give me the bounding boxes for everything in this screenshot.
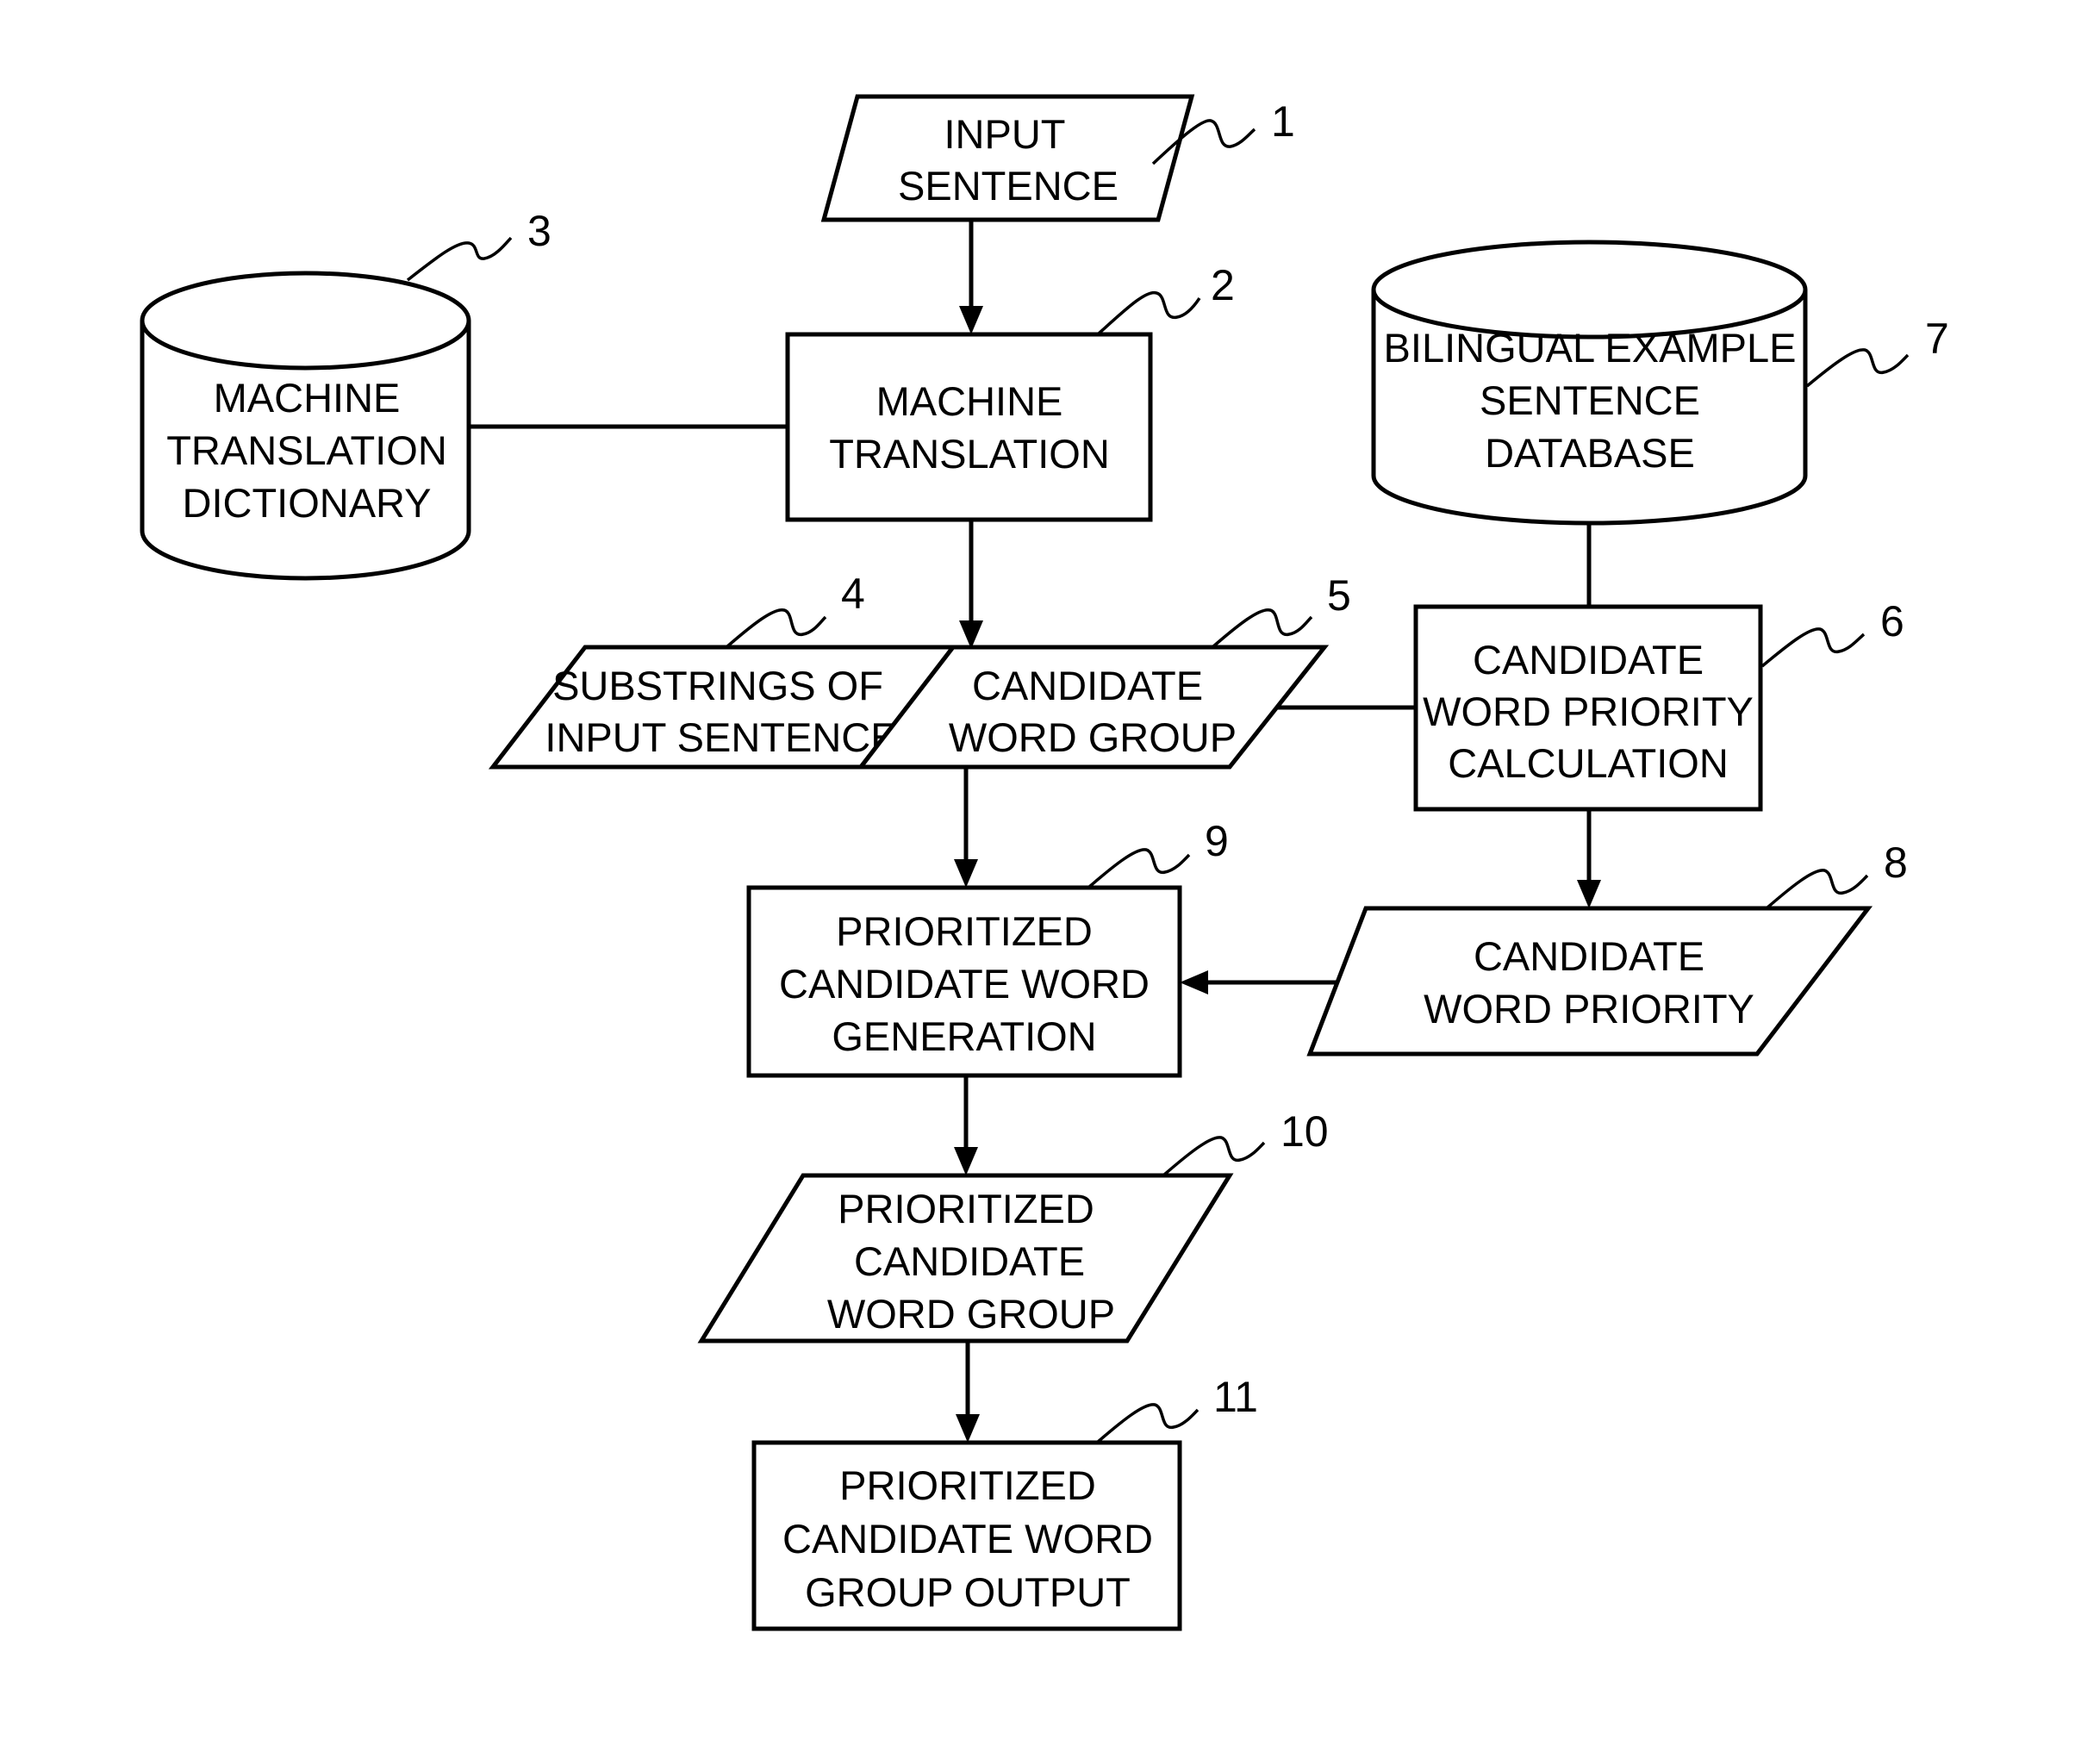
arrowhead-5-to-9 — [954, 859, 978, 888]
node-3-line-2: TRANSLATION — [166, 427, 447, 473]
node-11-line-3: GROUP OUTPUT — [805, 1569, 1131, 1615]
ref-number-6: 6 — [1880, 597, 1904, 645]
node-bilingual-example-sentence-database: BILINGUAL EXAMPLE SENTENCE DATABASE — [1371, 240, 1808, 526]
node-2-line-1: MACHINE — [876, 378, 1063, 424]
node-6-line-2: WORD PRIORITY — [1423, 689, 1754, 734]
node-prioritized-candidate-word-group: PRIORITIZED CANDIDATE WORD GROUP — [697, 1173, 1234, 1343]
leader-4 — [725, 608, 827, 649]
ref-number-4: 4 — [841, 570, 865, 618]
ref-number-9: 9 — [1205, 817, 1229, 865]
arrowhead-8-to-9 — [1180, 970, 1208, 994]
node-3-line-3: DICTIONARY — [183, 480, 432, 526]
ref-number-2: 2 — [1211, 261, 1235, 309]
node-machine-translation-dictionary: MACHINE TRANSLATION DICTIONARY — [140, 271, 471, 581]
node-7-line-3: DATABASE — [1485, 430, 1695, 476]
node-prioritized-candidate-word-generation: PRIORITIZED CANDIDATE WORD GENERATION — [746, 885, 1182, 1078]
leader-11 — [1095, 1403, 1200, 1444]
node-3-line-1: MACHINE — [214, 375, 401, 421]
cylinder-top — [1371, 240, 1808, 340]
ref-number-7: 7 — [1925, 315, 1949, 363]
flowchart-diagram: INPUT SENTENCE MACHINE TRANSLATION MACHI… — [140, 94, 1949, 1631]
node-7-line-1: BILINGUAL EXAMPLE — [1384, 325, 1797, 371]
node-9-line-1: PRIORITIZED — [836, 908, 1093, 954]
node-candidate-word-priority: CANDIDATE WORD PRIORITY — [1306, 906, 1873, 1057]
node-6-line-1: CANDIDATE — [1473, 637, 1704, 683]
node-2-line-2: TRANSLATION — [829, 431, 1110, 477]
ref-number-1: 1 — [1271, 97, 1295, 146]
node-9-line-3: GENERATION — [832, 1013, 1096, 1059]
arrowhead-1-to-2 — [959, 306, 983, 334]
node-4-line-2: INPUT SENTENCE — [545, 714, 897, 760]
arrowhead-9-to-10 — [954, 1147, 978, 1175]
node-machine-translation: MACHINE TRANSLATION — [785, 332, 1153, 522]
arrowhead-6-to-8 — [1577, 880, 1601, 908]
node-1-line-1: INPUT — [944, 111, 1066, 157]
node-11-line-1: PRIORITIZED — [839, 1462, 1096, 1508]
node-5-line-2: WORD GROUP — [949, 714, 1237, 760]
ref-number-10: 10 — [1281, 1107, 1329, 1156]
arrowhead-2-to-4-5 — [959, 620, 983, 649]
leader-9 — [1087, 848, 1191, 889]
node-9-line-2: CANDIDATE WORD — [779, 961, 1150, 1007]
leader-2 — [1097, 290, 1201, 335]
node-11-line-2: CANDIDATE WORD — [782, 1516, 1153, 1562]
node-candidate-word-priority-calculation: CANDIDATE WORD PRIORITY CALCULATION — [1413, 604, 1763, 812]
node-10-line-1: PRIORITIZED — [838, 1186, 1094, 1231]
node-10-line-2: CANDIDATE — [854, 1238, 1085, 1284]
leader-10 — [1162, 1136, 1266, 1177]
node-6-line-3: CALCULATION — [1448, 740, 1729, 786]
ref-number-5: 5 — [1327, 571, 1351, 620]
rectangle-shape — [785, 332, 1153, 522]
node-8-line-2: WORD PRIORITY — [1424, 986, 1754, 1032]
leader-7 — [1805, 348, 1910, 388]
arrowhead-10-to-11 — [956, 1414, 980, 1443]
leader-3 — [406, 236, 513, 282]
leader-6 — [1760, 627, 1866, 668]
parallelogram-shape — [1306, 906, 1873, 1057]
leader-5 — [1211, 608, 1313, 649]
node-1-line-2: SENTENCE — [898, 163, 1119, 209]
node-prioritized-candidate-word-group-output: PRIORITIZED CANDIDATE WORD GROUP OUTPUT — [751, 1440, 1182, 1631]
node-input-sentence: INPUT SENTENCE — [820, 94, 1195, 222]
node-8-line-1: CANDIDATE — [1474, 933, 1704, 979]
cylinder-top — [140, 271, 471, 371]
node-4-line-1: SUBSTRINGS OF — [552, 663, 883, 708]
ref-number-11: 11 — [1213, 1373, 1258, 1421]
node-5-line-1: CANDIDATE — [972, 663, 1203, 708]
leader-8 — [1765, 869, 1869, 910]
node-7-line-2: SENTENCE — [1480, 377, 1700, 423]
ref-number-8: 8 — [1884, 838, 1908, 887]
node-10-line-3: WORD GROUP — [827, 1291, 1115, 1337]
ref-number-3: 3 — [527, 207, 551, 255]
